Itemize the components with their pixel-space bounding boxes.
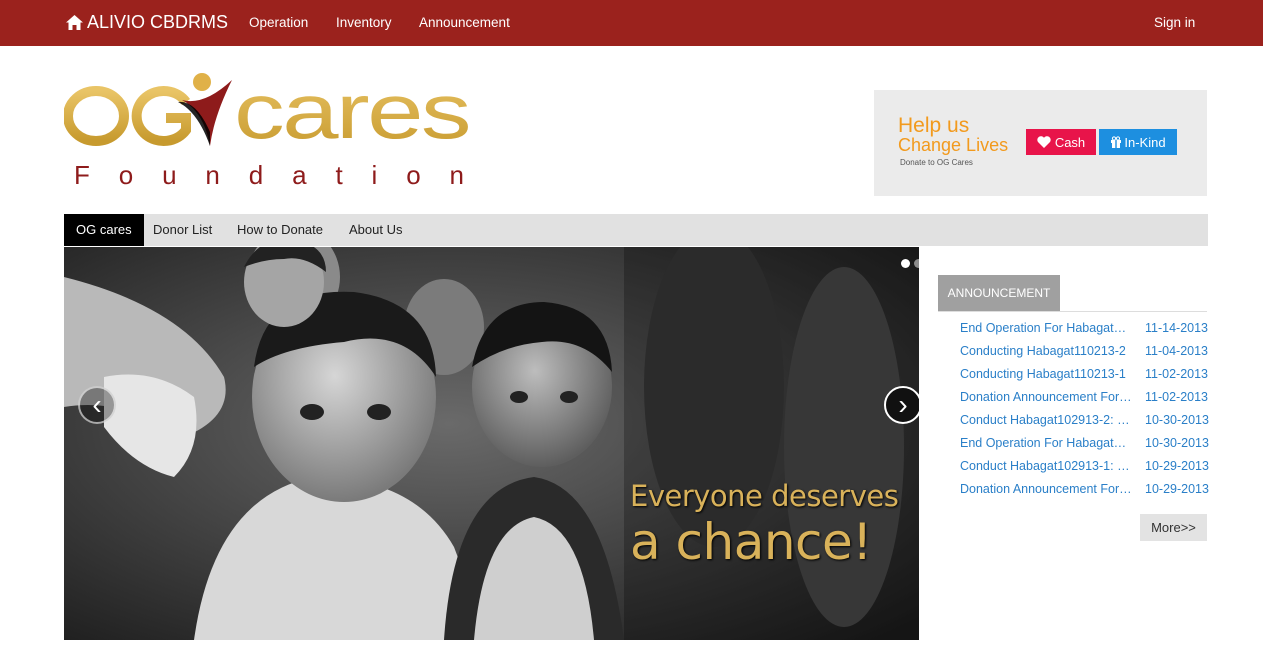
announcement-title-link[interactable]: Conduct Habagat102913-1: Relief xyxy=(960,459,1132,473)
announcement-date: 11-04-2013 xyxy=(1145,344,1209,358)
announcement-date: 10-29-2013 xyxy=(1145,459,1209,473)
subnav-og-cares[interactable]: OG cares xyxy=(64,214,144,246)
top-navbar: ALIVIO CBDRMS Operation Inventory Announ… xyxy=(0,0,1263,46)
signin-link[interactable]: Sign in xyxy=(1154,15,1195,30)
announcement-date: 10-30-2013 xyxy=(1145,436,1209,450)
announcement-title-link[interactable]: End Operation For Habagat110213 xyxy=(960,321,1132,335)
announcement-item: Conduct Habagat102913-2: Relief 10-30-20… xyxy=(960,413,1209,433)
subnav-donor-list[interactable]: Donor List xyxy=(153,214,212,246)
announcement-tab[interactable]: ANNOUNCEMENT xyxy=(938,275,1060,311)
announcement-item: Conducting Habagat110213-2 11-04-2013 xyxy=(960,344,1208,364)
announcement-date: 11-14-2013 xyxy=(1145,321,1209,335)
og-cares-logo[interactable]: cares Foundation xyxy=(64,72,474,192)
announcement-item: End Operation For Habagat102913 10-30-20… xyxy=(960,436,1209,456)
logo-foundation-text: Foundation xyxy=(74,160,464,190)
caption-line2: a chance! xyxy=(630,513,872,571)
inkind-label: In-Kind xyxy=(1124,134,1166,150)
hero-carousel[interactable]: Everyone deserves a chance! ‹ › xyxy=(64,247,919,640)
inkind-donate-button[interactable]: In-Kind xyxy=(1099,129,1177,155)
home-icon xyxy=(66,15,83,30)
cash-donate-button[interactable]: Cash xyxy=(1026,129,1096,155)
children-photo xyxy=(64,247,919,640)
carousel-indicator-active[interactable] xyxy=(901,259,910,268)
brand-link[interactable]: ALIVIO CBDRMS xyxy=(66,12,228,33)
subnav-how-to-donate[interactable]: How to Donate xyxy=(237,214,323,246)
brand-name: ALIVIO CBDRMS xyxy=(87,12,229,32)
announcement-item: Conduct Habagat102913-1: Relief 10-29-20… xyxy=(960,459,1209,479)
chevron-left-icon: ‹ xyxy=(92,389,102,420)
carousel-caption: Everyone deserves a chance! xyxy=(630,479,899,571)
more-announcements-button[interactable]: More>> xyxy=(1140,514,1207,541)
announcement-date: 11-02-2013 xyxy=(1145,367,1209,381)
sub-navbar: OG cares Donor List How to Donate About … xyxy=(64,214,1208,246)
logo-cares-text: cares xyxy=(234,72,469,155)
subnav-about-us[interactable]: About Us xyxy=(349,214,402,246)
announcement-item: Donation Announcement For Habagat 10-29-… xyxy=(960,482,1209,502)
announcement-title-link[interactable]: Conduct Habagat102913-2: Relief xyxy=(960,413,1132,427)
announcement-item: End Operation For Habagat110213 11-14-20… xyxy=(960,321,1208,341)
gift-icon xyxy=(1111,136,1122,148)
heart-icon xyxy=(1037,136,1051,148)
nav-operation[interactable]: Operation xyxy=(249,15,308,30)
cash-label: Cash xyxy=(1054,134,1086,150)
carousel-prev-button[interactable]: ‹ xyxy=(78,386,116,424)
chevron-right-icon: › xyxy=(898,389,908,420)
announcement-item: Conducting Habagat110213-1 11-02-2013 xyxy=(960,367,1208,387)
announcement-title-link[interactable]: Conducting Habagat110213-2 xyxy=(960,344,1132,358)
donate-box: Help us Change Lives Donate to OG Cares … xyxy=(874,90,1207,196)
announcement-date: 10-30-2013 xyxy=(1145,413,1209,427)
announcement-date: 10-29-2013 xyxy=(1145,482,1209,496)
carousel-next-button[interactable]: › xyxy=(884,386,919,424)
announcement-title-link[interactable]: End Operation For Habagat102913 xyxy=(960,436,1132,450)
donate-caption: Donate to OG Cares xyxy=(900,158,973,167)
nav-inventory[interactable]: Inventory xyxy=(336,15,392,30)
announcement-title-link[interactable]: Conducting Habagat110213-1 xyxy=(960,367,1132,381)
announcement-divider xyxy=(938,311,1207,312)
nav-announcement[interactable]: Announcement xyxy=(419,15,510,30)
carousel-indicator[interactable] xyxy=(914,259,919,268)
change-lives-text: Change Lives xyxy=(898,135,1009,155)
announcement-title-link[interactable]: Donation Announcement For Habagat xyxy=(960,482,1132,496)
announcement-item: Donation Announcement For Habagat 11-02-… xyxy=(960,390,1208,410)
announcement-date: 11-02-2013 xyxy=(1145,390,1209,404)
help-us-text: Help us xyxy=(898,114,970,137)
announcement-title-link[interactable]: Donation Announcement For Habagat xyxy=(960,390,1132,404)
caption-line1: Everyone deserves xyxy=(630,479,899,513)
